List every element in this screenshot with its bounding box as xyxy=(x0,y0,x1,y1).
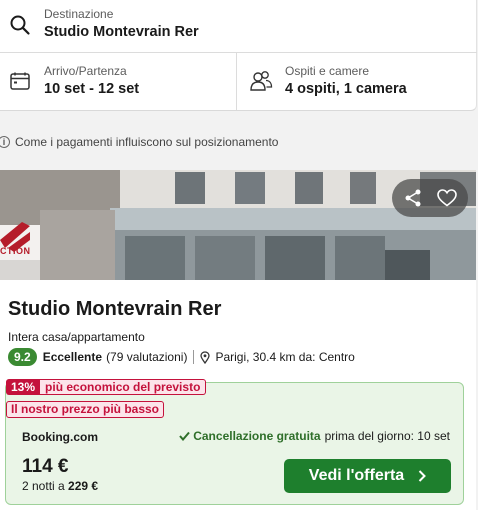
destination-value: Studio Montevrain Rer xyxy=(44,24,199,40)
dates-label: Arrivo/Partenza xyxy=(44,64,127,78)
photo-sign-text: CTION xyxy=(0,246,31,256)
rating-row: 9.2 Eccellente (79 valutazioni) Parigi, … xyxy=(8,348,355,366)
cheaper-tag: 13% più economico del previsto xyxy=(6,379,207,395)
view-offer-button[interactable]: Vedi l'offerta xyxy=(284,459,451,493)
accommodation-type: Intera casa/appartamento xyxy=(8,330,145,344)
share-button[interactable] xyxy=(398,183,428,213)
calendar-icon xyxy=(10,72,30,90)
dates-field[interactable]: Arrivo/Partenza 10 set - 12 set xyxy=(0,53,237,110)
ranking-info-text: Come i pagamenti influiscono sul posizio… xyxy=(15,135,279,149)
check-icon xyxy=(179,431,190,441)
divider xyxy=(193,350,195,364)
guests-field[interactable]: Ospiti e camere 4 ospiti, 1 camera xyxy=(237,53,477,110)
review-count[interactable]: (79 valutazioni) xyxy=(106,350,187,364)
hotel-result-card: CTION Studio Montevrain Rer Intera casa/… xyxy=(0,170,476,510)
dates-value: 10 set - 12 set xyxy=(44,81,140,97)
cheaper-text: più economico del previsto xyxy=(40,379,207,395)
share-icon xyxy=(405,189,421,207)
location-text: Parigi, 30.4 km da: Centro xyxy=(215,350,355,364)
provider-name: Booking.com xyxy=(22,430,99,444)
total-price: 229 € xyxy=(68,479,99,493)
ranking-info-link[interactable]: i Come i pagamenti influiscono sul posiz… xyxy=(0,134,278,150)
info-icon: i xyxy=(0,136,10,148)
hotel-photo[interactable]: CTION xyxy=(0,170,476,280)
score-badge: 9.2 xyxy=(8,348,37,366)
cheaper-percent: 13% xyxy=(6,379,41,395)
location-pin-icon xyxy=(200,350,211,364)
favorite-button[interactable] xyxy=(432,183,462,213)
chevron-right-icon xyxy=(418,470,427,482)
rating-word: Eccellente xyxy=(42,350,103,364)
heart-icon xyxy=(437,189,457,207)
photo-actions xyxy=(392,179,468,217)
guests-label: Ospiti e camere xyxy=(285,64,370,78)
view-offer-label: Vedi l'offerta xyxy=(308,467,405,484)
nights-prefix: 2 notti a xyxy=(22,479,65,493)
search-icon xyxy=(10,15,30,35)
lowest-price-tag: Il nostro prezzo più basso xyxy=(6,401,165,418)
hotel-name[interactable]: Studio Montevrain Rer xyxy=(8,298,221,321)
search-panel: Destinazione Studio Montevrain Rer Arriv… xyxy=(0,0,477,111)
destination-label: Destinazione xyxy=(44,7,114,21)
guests-icon xyxy=(250,71,273,91)
cancellation-bold: Cancellazione gratuita xyxy=(193,429,321,443)
destination-field[interactable]: Destinazione Studio Montevrain Rer xyxy=(0,0,477,53)
free-cancellation: Cancellazione gratuita prima del giorno:… xyxy=(179,429,450,443)
guests-value: 4 ospiti, 1 camera xyxy=(285,81,407,97)
nightly-price: 114 € xyxy=(22,456,69,477)
cancellation-detail: prima del giorno: 10 set xyxy=(324,429,450,443)
total-price-line: 2 notti a 229 € xyxy=(22,479,98,493)
